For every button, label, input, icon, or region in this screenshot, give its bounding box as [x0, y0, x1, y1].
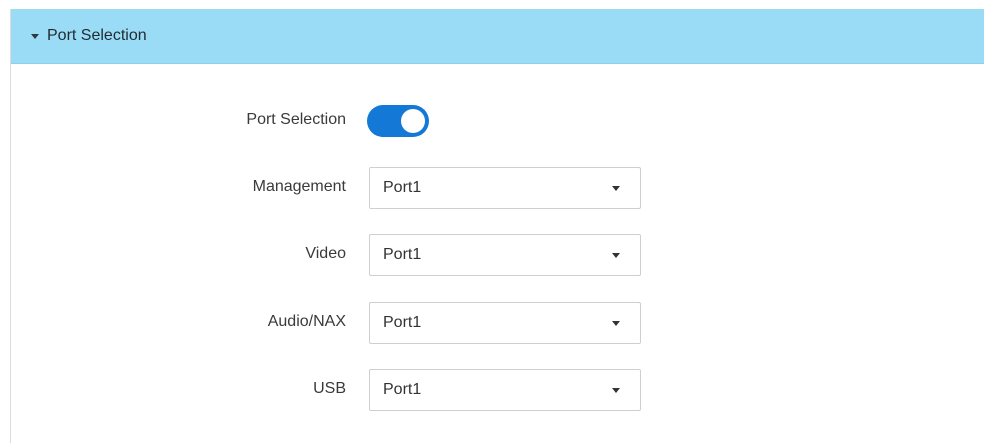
dropdown-arrow-icon — [612, 186, 620, 191]
dropdown-arrow-icon — [612, 321, 620, 326]
video-select[interactable]: Port1 — [369, 234, 641, 276]
toggle-knob — [401, 109, 425, 133]
section-title: Port Selection — [47, 27, 147, 44]
video-row: Video Port1 — [11, 234, 984, 276]
management-select[interactable]: Port1 — [369, 167, 641, 209]
port-selection-row: Port Selection — [11, 100, 984, 140]
usb-select[interactable]: Port1 — [369, 369, 641, 411]
port-selection-label: Port Selection — [246, 111, 346, 128]
management-label: Management — [252, 178, 346, 195]
audio-nax-label: Audio/NAX — [267, 313, 346, 330]
usb-label: USB — [313, 380, 346, 397]
video-label: Video — [305, 245, 346, 262]
dropdown-arrow-icon — [612, 253, 620, 258]
port-selection-panel: Port Selection Port Selection Management… — [10, 9, 984, 443]
audio-nax-select-value: Port1 — [383, 314, 422, 331]
management-row: Management Port1 — [11, 167, 984, 209]
usb-row: USB Port1 — [11, 369, 984, 411]
port-selection-toggle[interactable] — [367, 105, 429, 137]
usb-select-value: Port1 — [383, 381, 422, 398]
audio-nax-row: Audio/NAX Port1 — [11, 302, 984, 344]
video-select-value: Port1 — [383, 246, 422, 263]
audio-nax-select[interactable]: Port1 — [369, 302, 641, 344]
port-selection-section-header[interactable]: Port Selection — [11, 9, 984, 64]
caret-down-icon — [31, 34, 39, 39]
management-select-value: Port1 — [383, 179, 422, 196]
dropdown-arrow-icon — [612, 388, 620, 393]
